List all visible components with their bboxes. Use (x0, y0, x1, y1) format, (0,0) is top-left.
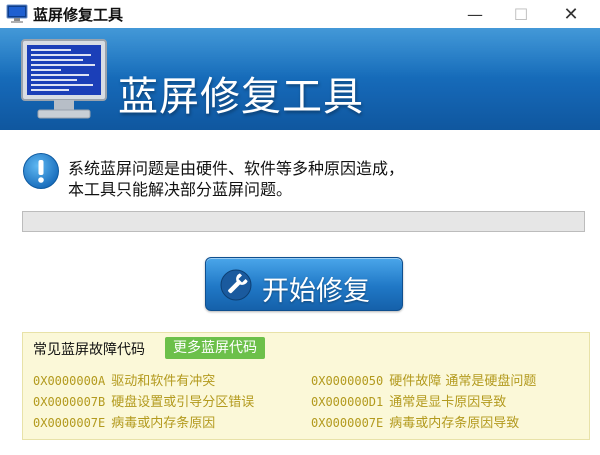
code-value: 0X0000007B (33, 395, 106, 409)
code-row: 0X0000007E 病毒或内存条原因 (33, 412, 215, 431)
code-desc: 硬件故障 通常是硬盘问题 (389, 374, 537, 389)
code-value: 0X0000007E (33, 416, 106, 430)
start-repair-button[interactable]: 开始修复 (205, 257, 403, 311)
code-value: 0X000000D1 (311, 395, 384, 409)
title-bar: 蓝屏修复工具 — ☐ ✕ (0, 0, 600, 28)
code-desc: 病毒或内存条原因 (111, 416, 216, 431)
error-codes-panel: 常见蓝屏故障代码 更多蓝屏代码 0X0000000A 驱动和软件有冲突 0X000… (22, 332, 590, 440)
code-desc: 通常是显卡原因导致 (389, 395, 507, 410)
more-codes-button[interactable]: 更多蓝屏代码 (165, 337, 265, 359)
info-icon (23, 153, 59, 189)
code-row: 0X000000D1 通常是显卡原因导致 (311, 391, 506, 410)
close-button[interactable]: ✕ (548, 0, 594, 28)
code-row: 0X0000000A 驱动和软件有冲突 (33, 370, 215, 389)
maximize-button[interactable]: ☐ (498, 0, 544, 28)
code-value: 0X0000000A (33, 374, 106, 388)
info-line-2: 本工具只能解决部分蓝屏问题。 (68, 180, 293, 199)
app-monitor-icon (6, 4, 28, 23)
window-title: 蓝屏修复工具 (33, 6, 124, 24)
code-row: 0X0000007B 硬盘设置或引导分区错误 (33, 391, 254, 410)
minimize-button[interactable]: — (452, 0, 498, 28)
code-value: 0X00000050 (311, 374, 384, 388)
wrench-icon (220, 269, 252, 301)
header-banner: 蓝屏修复工具 (0, 28, 600, 130)
code-desc: 病毒或内存条原因导致 (389, 416, 520, 431)
bsod-monitor-icon (21, 39, 107, 119)
code-row: 0X0000007E 病毒或内存条原因导致 (311, 412, 519, 431)
codes-title: 常见蓝屏故障代码 (33, 342, 145, 358)
minimize-icon: — (467, 4, 483, 24)
code-row: 0X00000050 硬件故障 通常是硬盘问题 (311, 370, 536, 389)
maximize-icon: ☐ (513, 4, 529, 24)
start-repair-label: 开始修复 (262, 276, 370, 307)
close-icon: ✕ (563, 3, 579, 25)
code-value: 0X0000007E (311, 416, 384, 430)
code-desc: 驱动和软件有冲突 (111, 374, 216, 389)
repair-progress-bar (22, 211, 585, 232)
code-desc: 硬盘设置或引导分区错误 (111, 395, 255, 410)
banner-title: 蓝屏修复工具 (118, 74, 364, 120)
